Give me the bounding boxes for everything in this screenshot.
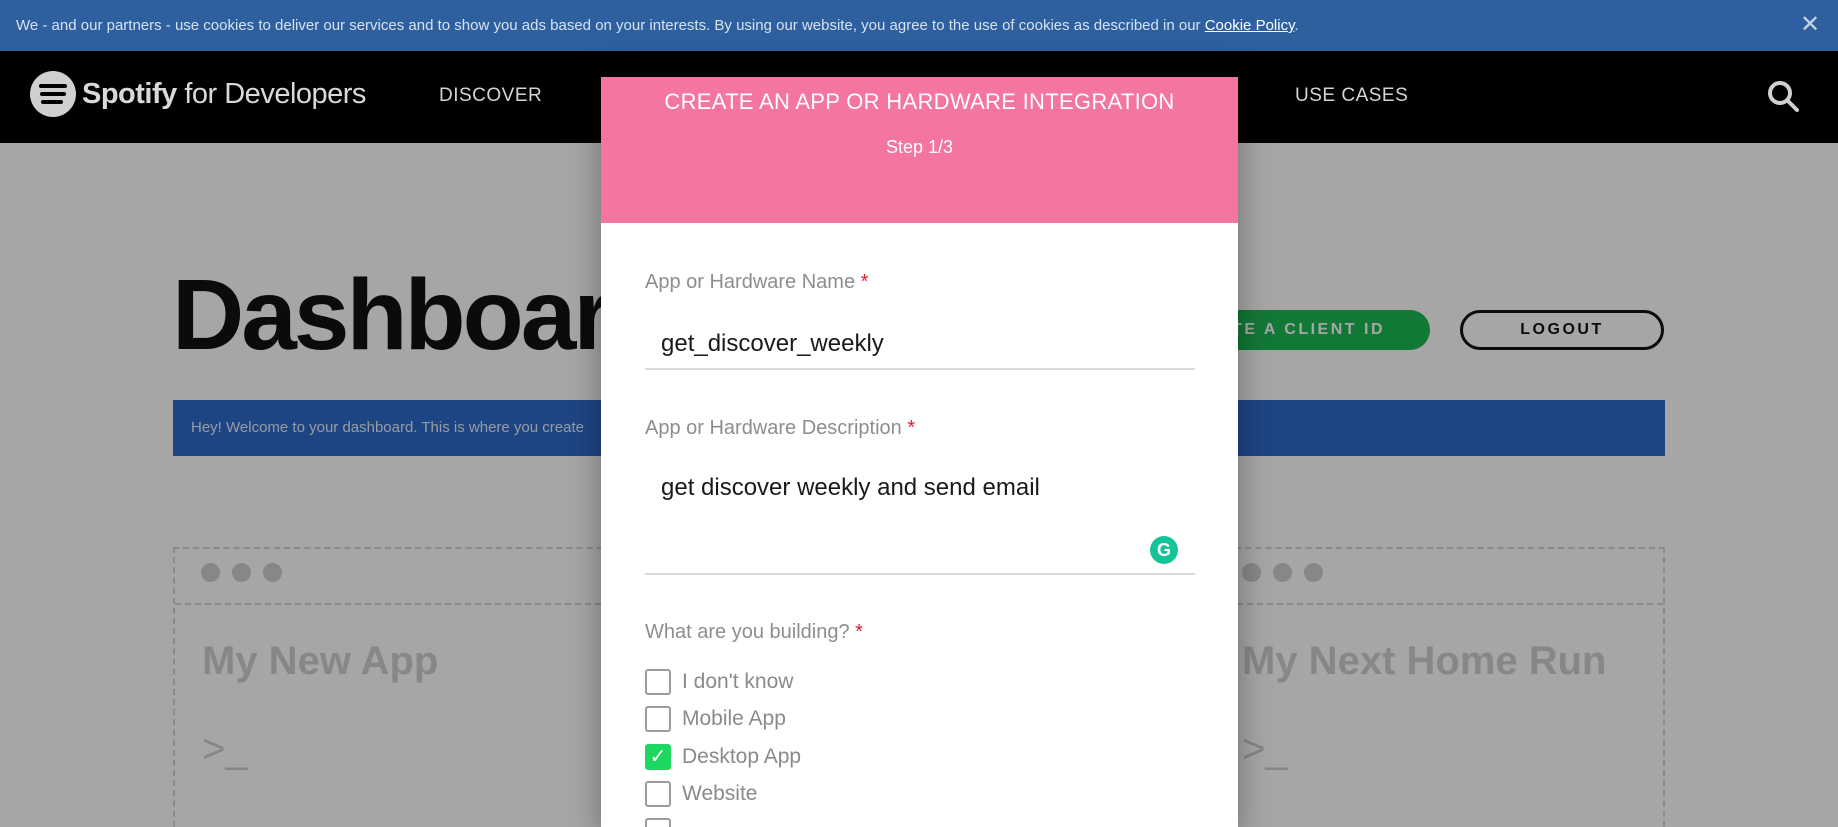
app-description-label: App or Hardware Description * [645, 417, 916, 439]
option-mobile-app[interactable]: Mobile App [645, 706, 786, 732]
cookie-text: We - and our partners - use cookies to d… [16, 17, 1299, 34]
checkbox-checked[interactable]: ✓ [645, 744, 671, 770]
cookie-policy-link[interactable]: Cookie Policy [1205, 17, 1295, 34]
checkbox[interactable] [645, 669, 671, 695]
building-label: What are you building? * [645, 621, 863, 643]
spotify-logo-icon [30, 71, 76, 117]
modal-header: CREATE AN APP OR HARDWARE INTEGRATION St… [601, 77, 1238, 223]
app-name-underline [645, 368, 1195, 370]
option-desktop-app[interactable]: ✓ Desktop App [645, 744, 801, 770]
checkbox[interactable] [645, 706, 671, 732]
option-label: Website [682, 782, 758, 805]
app-name-label: App or Hardware Name * [645, 271, 869, 293]
nav-use-cases[interactable]: USE CASES [1295, 85, 1408, 107]
app-description-input[interactable]: get discover weekly and send email [661, 474, 1040, 502]
search-icon[interactable] [1766, 79, 1800, 113]
cookie-banner: We - and our partners - use cookies to d… [0, 0, 1838, 51]
grammarly-icon[interactable]: G [1150, 536, 1178, 564]
create-app-modal: CREATE AN APP OR HARDWARE INTEGRATION St… [601, 77, 1238, 827]
option-label: Mobile App [682, 707, 786, 730]
app-name-input[interactable]: get_discover_weekly [661, 330, 884, 358]
option-i-dont-know[interactable]: I don't know [645, 669, 793, 695]
option-website[interactable]: Website [645, 781, 757, 807]
option-label: I don't know [682, 670, 794, 693]
option-partial[interactable] [645, 818, 671, 827]
checkbox[interactable] [645, 818, 671, 827]
checkbox[interactable] [645, 781, 671, 807]
close-icon[interactable]: ✕ [1796, 11, 1824, 39]
app-description-underline [645, 573, 1195, 575]
spotify-logo[interactable]: Spotify for Developers [30, 71, 366, 117]
option-label: Desktop App [682, 745, 802, 768]
modal-title: CREATE AN APP OR HARDWARE INTEGRATION [664, 89, 1175, 114]
nav-discover[interactable]: DISCOVER [439, 85, 542, 107]
logo-text: Spotify for Developers [82, 77, 366, 110]
modal-step: Step 1/3 [885, 137, 954, 157]
